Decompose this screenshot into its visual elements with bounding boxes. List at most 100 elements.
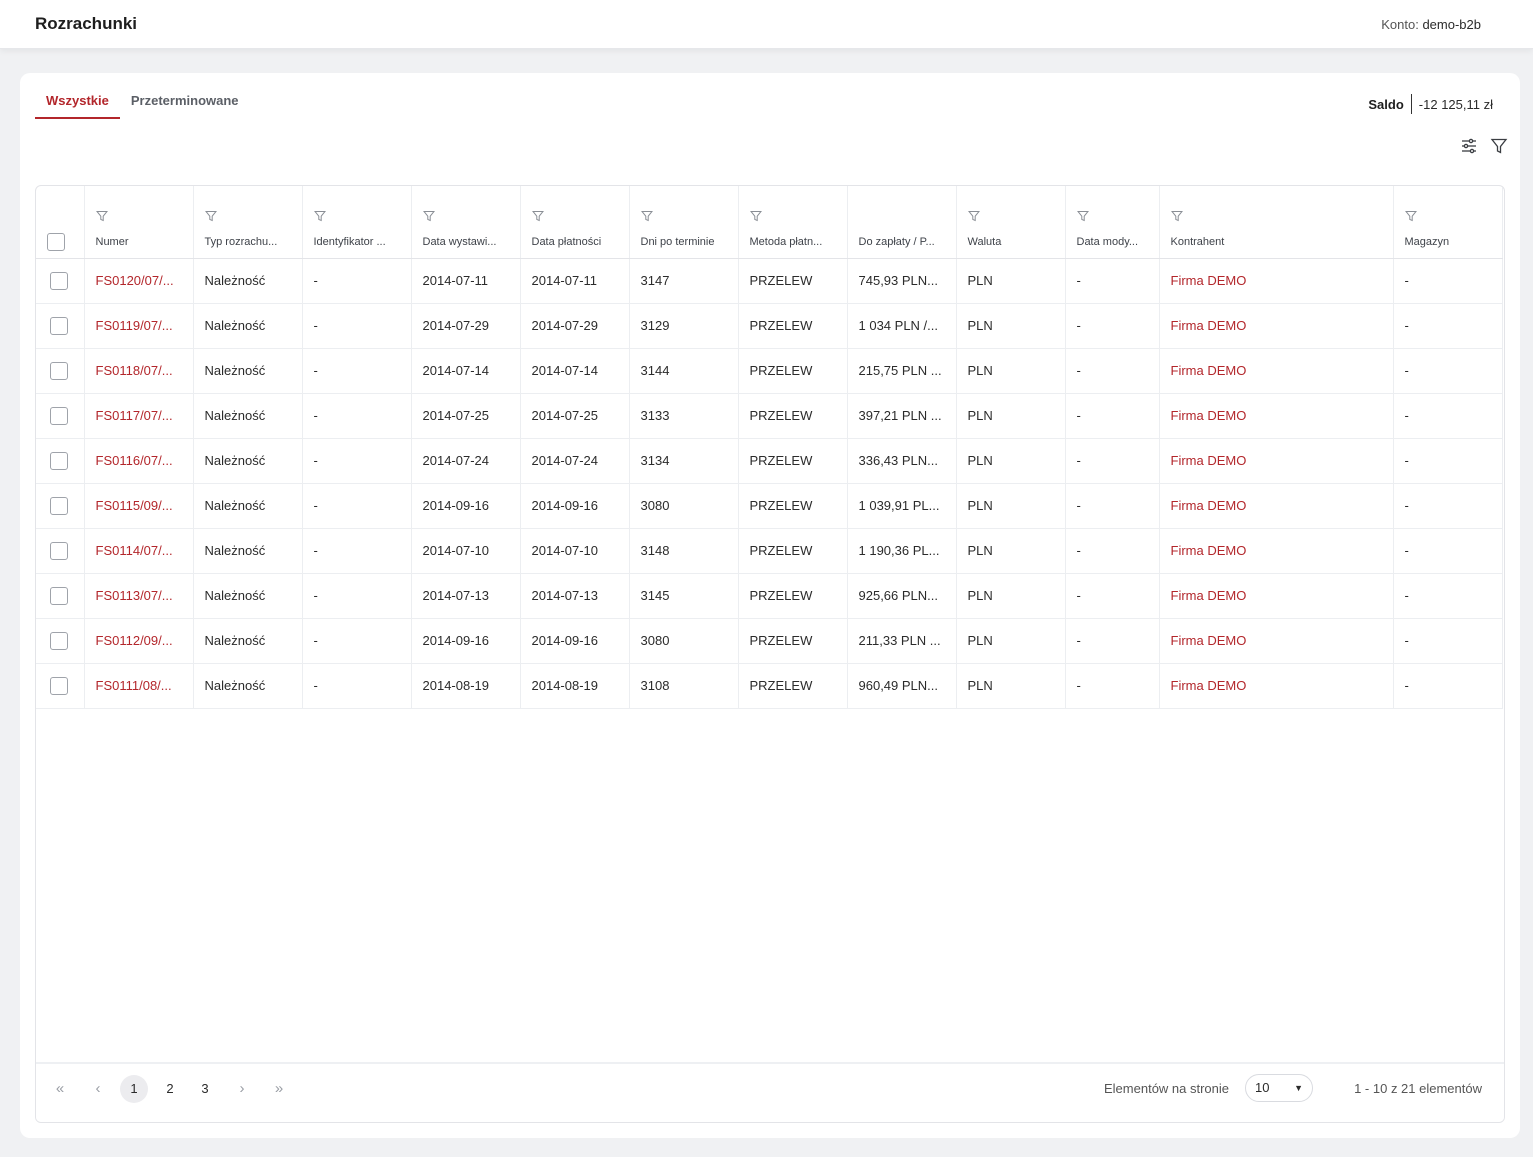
contractor-link[interactable]: Firma DEMO: [1159, 663, 1394, 709]
table-row[interactable]: FS0113/07/... Należność -2014-07-13 2014-07…: [36, 573, 1503, 619]
document-number-link[interactable]: FS0112/09/...: [84, 618, 194, 664]
table-row[interactable]: FS0118/07/... Należność -2014-07-14 2014-07…: [36, 348, 1503, 394]
row-select-cell: [36, 393, 85, 439]
document-number-link[interactable]: FS0118/07/...: [84, 348, 194, 394]
table-row[interactable]: FS0120/07/... Należność -2014-07-11 2014-07…: [36, 258, 1503, 304]
contractor-link[interactable]: Firma DEMO: [1159, 528, 1394, 574]
chevron-right-icon[interactable]: ›: [228, 1075, 256, 1103]
table-cell: -: [1065, 618, 1160, 664]
table-cell: 2014-07-14: [520, 348, 630, 394]
table-row[interactable]: FS0112/09/... Należność -2014-09-16 2014-09…: [36, 618, 1503, 664]
column-header[interactable]: Identyfikator ...: [302, 226, 412, 259]
row-checkbox[interactable]: [50, 541, 68, 560]
table-row[interactable]: FS0114/07/... Należność -2014-07-10 2014-07…: [36, 528, 1503, 574]
column-filter-icon[interactable]: [204, 210, 217, 222]
column-filter-icon[interactable]: [967, 210, 980, 222]
account-label: Konto:: [1381, 17, 1419, 32]
row-checkbox[interactable]: [50, 361, 68, 380]
row-checkbox[interactable]: [50, 586, 68, 605]
document-number-link[interactable]: FS0116/07/...: [84, 438, 194, 484]
table-row[interactable]: FS0115/09/... Należność -2014-09-16 2014-09…: [36, 483, 1503, 529]
table-cell: PRZELEW: [738, 528, 848, 574]
settlements-table: Numer Typ rozrachu... Identyfikator ... Dat…: [35, 185, 1505, 1123]
document-number-link[interactable]: FS0120/07/...: [84, 258, 194, 304]
column-header[interactable]: Magazyn: [1393, 226, 1503, 259]
row-select-cell: [36, 528, 85, 574]
document-number-link[interactable]: FS0119/07/...: [84, 303, 194, 349]
column-filter-icon[interactable]: [1076, 210, 1089, 222]
contractor-link[interactable]: Firma DEMO: [1159, 303, 1394, 349]
row-checkbox[interactable]: [50, 316, 68, 335]
per-page-select[interactable]: 10 ▼: [1245, 1074, 1313, 1102]
filter-icon[interactable]: [1490, 137, 1508, 155]
column-header[interactable]: Typ rozrachu...: [193, 226, 303, 259]
column-filter-icon[interactable]: [95, 210, 108, 222]
row-checkbox[interactable]: [50, 496, 68, 515]
column-header[interactable]: Data mody...: [1065, 226, 1160, 259]
balance-summary: Saldo -12 125,11 zł: [1368, 94, 1493, 114]
table-cell: PLN: [956, 303, 1066, 349]
row-checkbox[interactable]: [50, 631, 68, 650]
column-filter-icon[interactable]: [313, 210, 326, 222]
contractor-link[interactable]: Firma DEMO: [1159, 573, 1394, 619]
column-header[interactable]: Dni po terminie: [629, 226, 739, 259]
contractor-link[interactable]: Firma DEMO: [1159, 348, 1394, 394]
table-cell: -: [1065, 348, 1160, 394]
column-filter-icon[interactable]: [1170, 210, 1183, 222]
document-number-link[interactable]: FS0115/09/...: [84, 483, 194, 529]
document-number-link[interactable]: FS0111/08/...: [84, 663, 194, 709]
row-checkbox[interactable]: [50, 406, 68, 425]
table-cell: -: [1393, 258, 1503, 304]
column-header[interactable]: Numer: [84, 226, 194, 259]
table-row[interactable]: FS0111/08/... Należność -2014-08-19 2014-08…: [36, 663, 1503, 709]
column-header[interactable]: Metoda płatn...: [738, 226, 848, 259]
select-all-checkbox[interactable]: [47, 232, 65, 251]
document-number-link[interactable]: FS0113/07/...: [84, 573, 194, 619]
row-checkbox[interactable]: [50, 676, 68, 695]
column-filter-icon[interactable]: [531, 210, 544, 222]
per-page-value: 10: [1255, 1080, 1270, 1095]
column-header[interactable]: Data wystawi...: [411, 226, 521, 259]
table-cell: PRZELEW: [738, 438, 848, 484]
column-filter-icon[interactable]: [422, 210, 435, 222]
tab-all[interactable]: Wszystkie: [35, 91, 120, 119]
row-select-cell: [36, 663, 85, 709]
column-header[interactable]: Data płatności: [520, 226, 630, 259]
contractor-link[interactable]: Firma DEMO: [1159, 618, 1394, 664]
document-number-link[interactable]: FS0117/07/...: [84, 393, 194, 439]
document-number-link[interactable]: FS0114/07/...: [84, 528, 194, 574]
table-cell: 2014-07-29: [411, 303, 521, 349]
page-button-1[interactable]: 1: [120, 1075, 148, 1103]
table-row[interactable]: FS0119/07/... Należność -2014-07-29 2014-07…: [36, 303, 1503, 349]
column-header[interactable]: Do zapłaty / P...: [847, 226, 957, 259]
contractor-link[interactable]: Firma DEMO: [1159, 483, 1394, 529]
page-button-2[interactable]: 2: [156, 1075, 184, 1103]
column-filter-icon[interactable]: [1404, 210, 1417, 222]
column-header[interactable]: Kontrahent: [1159, 226, 1394, 259]
settings-sliders-icon[interactable]: [1460, 137, 1478, 155]
page-button-3[interactable]: 3: [191, 1075, 219, 1103]
row-checkbox[interactable]: [50, 271, 68, 290]
double-chevron-left-icon[interactable]: «: [46, 1075, 74, 1103]
balance-divider: [1410, 94, 1412, 114]
table-cell: -: [1065, 663, 1160, 709]
row-checkbox[interactable]: [50, 451, 68, 470]
column-filter-icon[interactable]: [640, 210, 653, 222]
column-header[interactable]: Waluta: [956, 226, 1066, 259]
table-cell: 3108: [629, 663, 739, 709]
table-cell: -: [1065, 438, 1160, 484]
column-filter-cell: [520, 186, 630, 226]
table-cell: -: [302, 573, 412, 619]
column-filter-icon[interactable]: [749, 210, 762, 222]
table-row[interactable]: FS0117/07/... Należność -2014-07-25 2014-07…: [36, 393, 1503, 439]
table-cell: 2014-07-14: [411, 348, 521, 394]
contractor-link[interactable]: Firma DEMO: [1159, 258, 1394, 304]
table-row[interactable]: FS0116/07/... Należność -2014-07-24 2014-07…: [36, 438, 1503, 484]
table-cell: -: [1065, 393, 1160, 439]
contractor-link[interactable]: Firma DEMO: [1159, 393, 1394, 439]
chevron-left-icon[interactable]: ‹: [84, 1075, 112, 1103]
double-chevron-right-icon[interactable]: »: [265, 1075, 293, 1103]
table-cell: PLN: [956, 438, 1066, 484]
tab-overdue[interactable]: Przeterminowane: [120, 91, 250, 119]
contractor-link[interactable]: Firma DEMO: [1159, 438, 1394, 484]
